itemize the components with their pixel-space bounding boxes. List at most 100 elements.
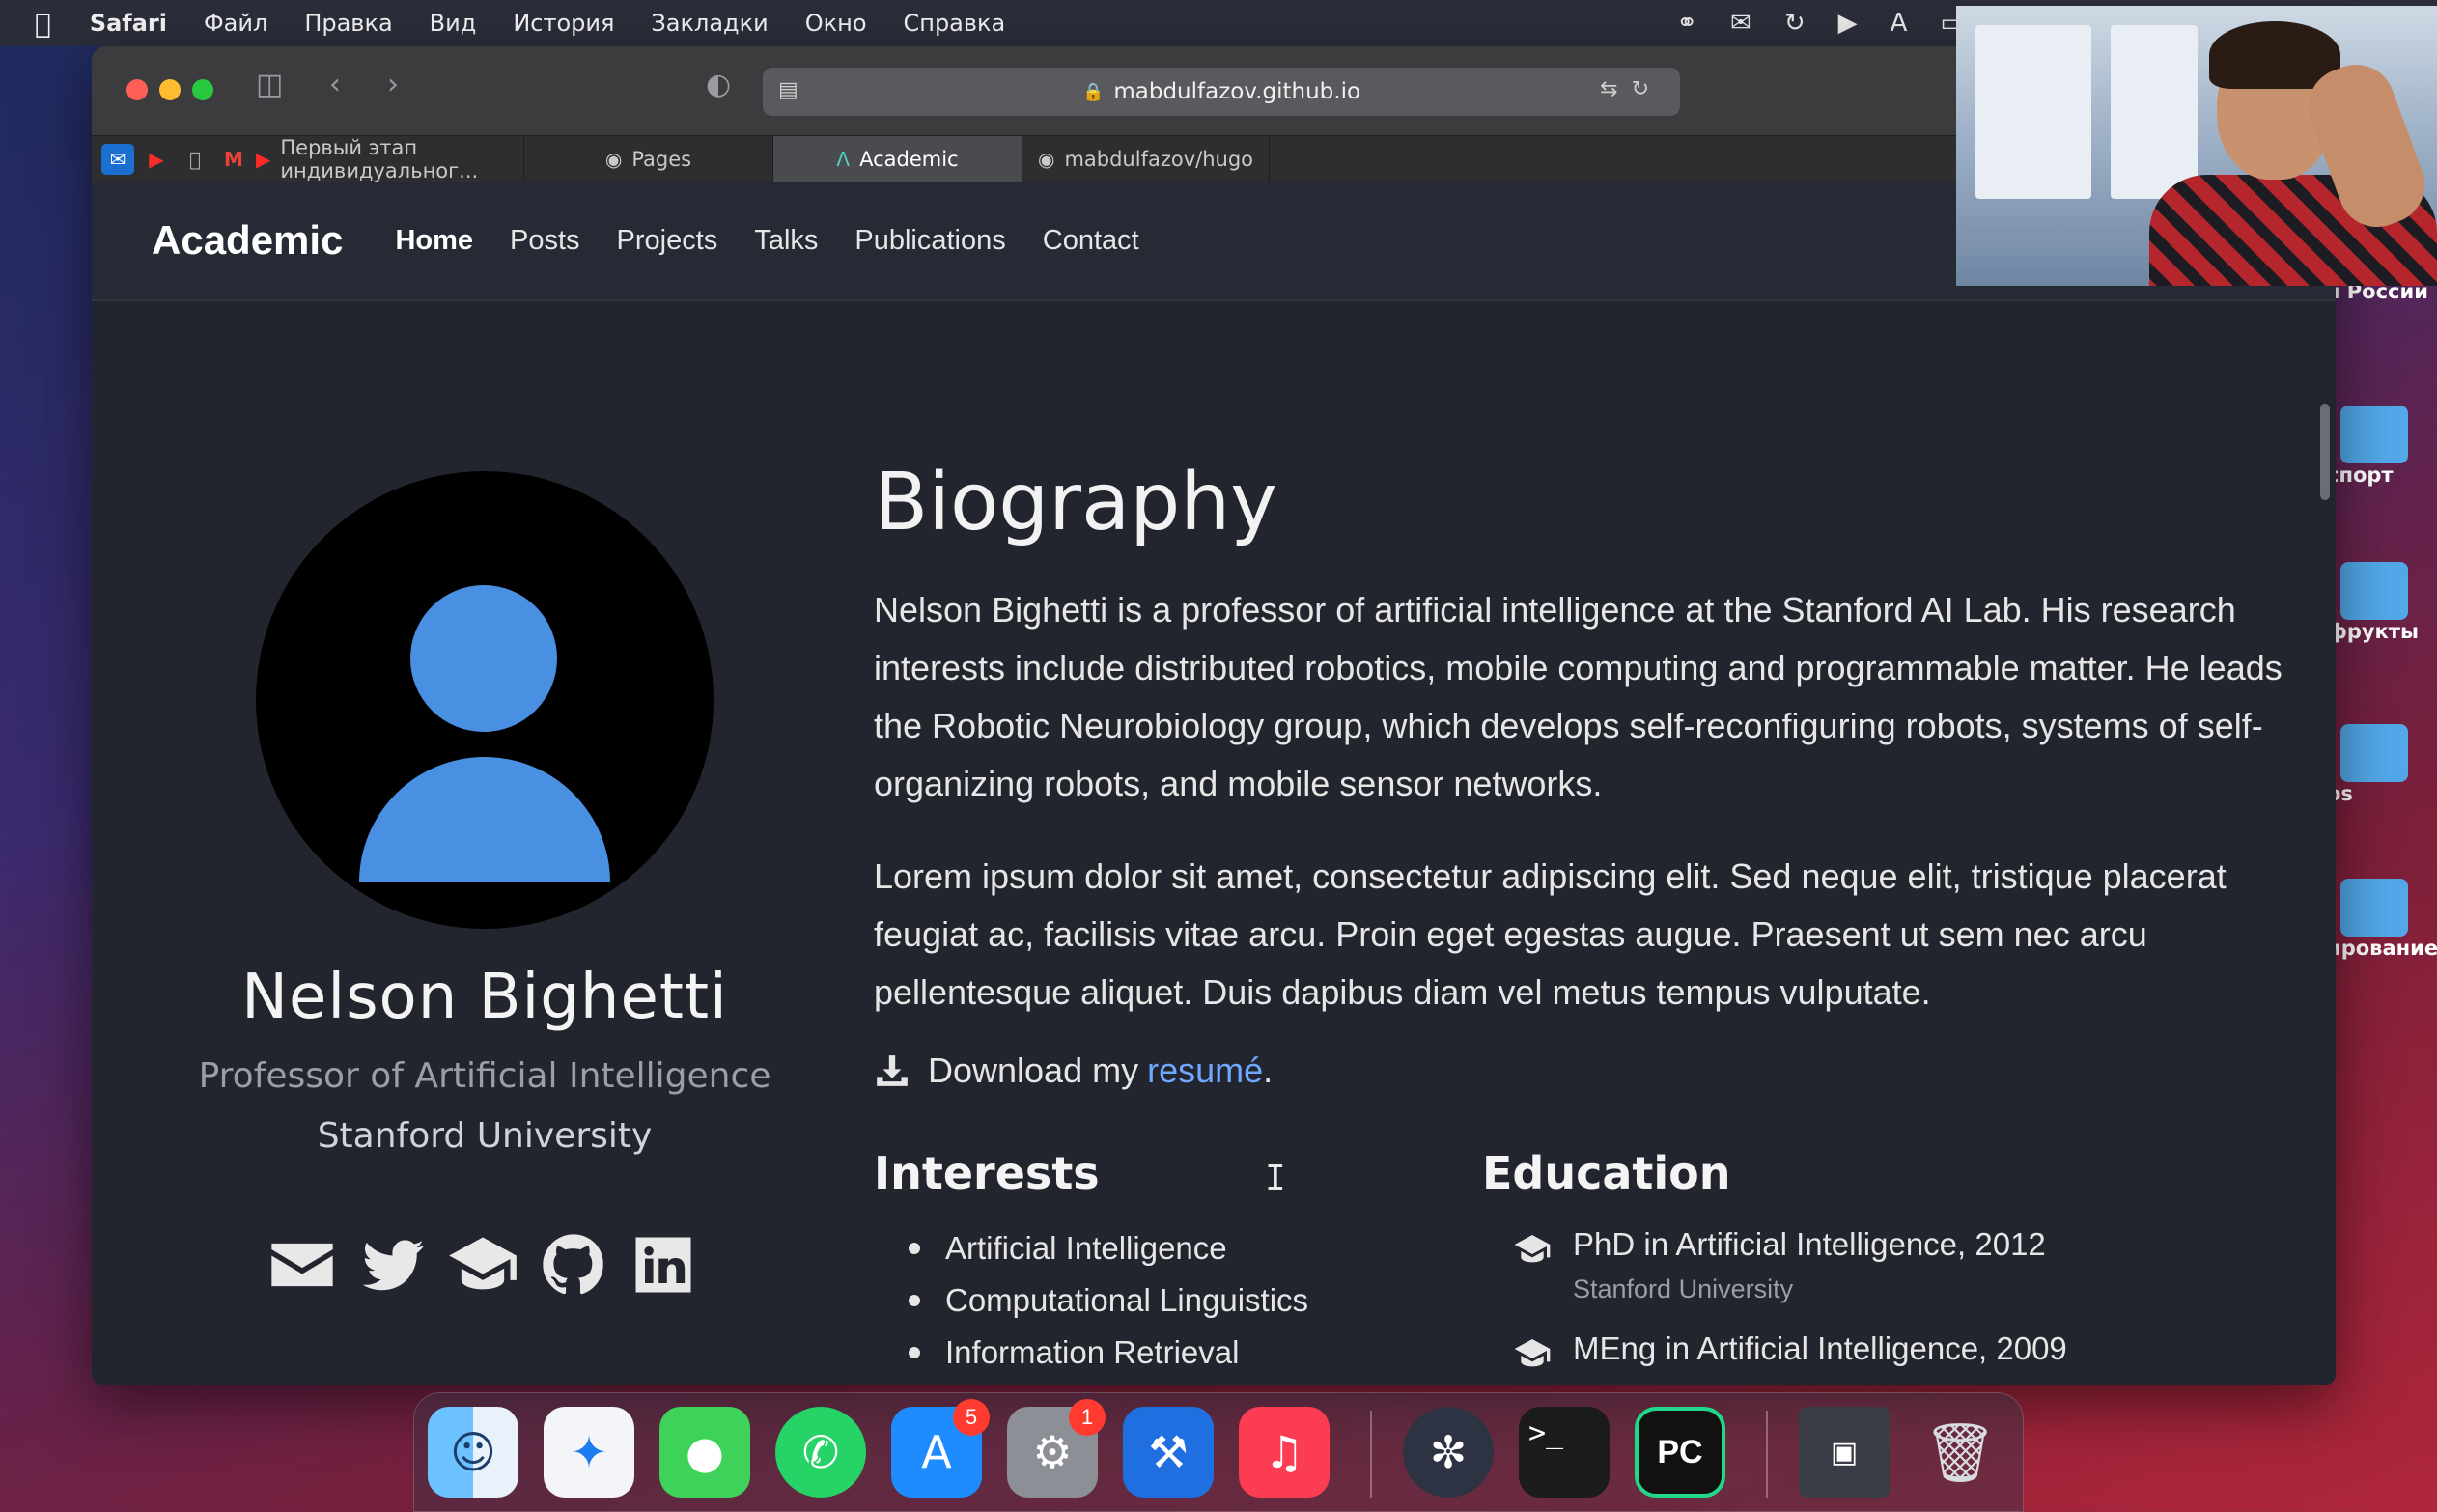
tab-academic[interactable]: Λ Academic (773, 136, 1022, 182)
recent-window-icon: ▣ (1830, 1435, 1859, 1470)
translate-icon[interactable]: ⇆ (1600, 77, 1631, 101)
settings-icon: ⚙ (1032, 1426, 1073, 1478)
graduation-cap-icon (1514, 1235, 1551, 1263)
desktop-folder[interactable]: фрукты (2327, 562, 2437, 643)
minimize-window-button[interactable] (159, 79, 181, 100)
zoom-window-button[interactable] (192, 79, 213, 100)
privacy-shield-icon[interactable]: ◐ (706, 68, 731, 101)
graduation-cap-icon (1514, 1339, 1551, 1367)
envelope-icon[interactable] (266, 1228, 339, 1302)
status-area: ⚭ ✉ ↻ ▶ A ▭ (1643, 0, 1964, 46)
twitter-icon[interactable] (356, 1228, 430, 1302)
back-icon[interactable]: ‹ (329, 68, 341, 101)
dock-trash[interactable]: 🗑 (1915, 1407, 2005, 1498)
terminal-icon: >_ (1528, 1416, 1564, 1450)
pinned-tab-apple[interactable]:  (179, 144, 211, 175)
notification-badge: 1 (1069, 1399, 1106, 1436)
website-content: Academic Home Posts Projects Talks Publi… (92, 182, 2336, 1385)
nav-posts[interactable]: Posts (510, 225, 580, 257)
biography-title: Biography (874, 457, 1277, 548)
address-bar[interactable]: ▤ 🔒 mabdulfazov.github.io ⇆↻ (763, 68, 1680, 116)
text-cursor-icon: I (1265, 1159, 1286, 1198)
tab-youtube-video[interactable]: ▶ Первый этап индивидуальног... (256, 136, 524, 182)
dock-safari[interactable]: ✦ (544, 1407, 634, 1498)
dock-finder[interactable]: ☺ (428, 1407, 518, 1498)
interests-title: Interests (874, 1147, 1100, 1199)
dock-obs[interactable]: ✼ (1403, 1407, 1494, 1498)
dock-pycharm[interactable]: PC (1635, 1407, 1725, 1498)
profile-name: Nelson Bighetti (241, 962, 728, 1033)
tab-label: Pages (631, 148, 692, 171)
interest-item: Artificial Intelligence (909, 1222, 1308, 1274)
dock-music[interactable]: ♫ (1239, 1407, 1330, 1498)
desktop-folder[interactable]: os (2327, 724, 2437, 805)
desktop-folder-label: ирование (2327, 937, 2437, 960)
menu-app-safari[interactable]: Safari (90, 10, 167, 37)
nav-contact[interactable]: Contact (1043, 225, 1139, 257)
dock-recent-window[interactable]: ▣ (1799, 1407, 1890, 1498)
menu-history[interactable]: История (513, 10, 614, 37)
pinned-tab-youtube[interactable]: ▶ (140, 144, 173, 175)
dock-xcode[interactable]: ⚒ (1123, 1407, 1214, 1498)
dock-terminal[interactable]: >_ (1519, 1407, 1610, 1498)
pinned-tab-mail[interactable]: ✉ (101, 144, 134, 175)
download-resume: Download my resumé. (874, 1050, 1273, 1091)
menu-help[interactable]: Справка (904, 10, 1006, 37)
menu-file[interactable]: Файл (204, 10, 267, 37)
input-source-icon[interactable]: A (1891, 9, 1908, 38)
desktop-folder-label: спорт (2327, 463, 2394, 487)
desktop-folder-label: фрукты (2327, 620, 2419, 643)
academic-icon: Λ (836, 148, 851, 171)
sync-icon[interactable]: ↻ (1784, 9, 1806, 38)
music-icon: ♫ (1264, 1426, 1304, 1478)
menu-view[interactable]: Вид (430, 10, 477, 37)
nav-publications[interactable]: Publications (854, 225, 1005, 257)
graduation-cap-icon[interactable] (446, 1228, 519, 1302)
github-icon: ◉ (604, 148, 623, 171)
menu-bookmarks[interactable]: Закладки (651, 10, 768, 37)
profile-organization[interactable]: Stanford University (169, 1116, 800, 1156)
close-window-button[interactable] (126, 79, 148, 100)
desktop-folder[interactable]: ирование (2327, 879, 2437, 960)
interest-label: Information Retrieval (945, 1334, 1240, 1370)
nav-projects[interactable]: Projects (617, 225, 718, 257)
folder-icon (2340, 724, 2408, 782)
notification-icon[interactable]: ✉ (1730, 9, 1751, 38)
menu-window[interactable]: Окно (805, 10, 867, 37)
menu-edit[interactable]: Правка (304, 10, 392, 37)
forward-icon[interactable]: › (387, 68, 399, 101)
tab-pages[interactable]: ◉ Pages (524, 136, 773, 182)
creative-cloud-icon[interactable]: ⚭ (1676, 9, 1697, 38)
resume-link[interactable]: resumé (1147, 1050, 1263, 1091)
whatsapp-icon: ✆ (801, 1426, 840, 1478)
social-links (266, 1226, 700, 1303)
xcode-icon: ⚒ (1148, 1426, 1189, 1478)
dock-messages[interactable]: ● (659, 1407, 750, 1498)
reader-icon[interactable]: ▤ (778, 78, 798, 102)
nav-talks[interactable]: Talks (754, 225, 818, 257)
dock-separator (1370, 1411, 1372, 1498)
desktop-folder[interactable]: спорт (2327, 406, 2437, 487)
webcam-background-window (1975, 25, 2091, 199)
tab-label: Academic (859, 148, 959, 171)
linkedin-icon[interactable] (627, 1228, 700, 1302)
page-scrollbar[interactable] (2320, 404, 2330, 500)
mail-icon: ✉ (109, 148, 126, 171)
site-brand[interactable]: Academic (152, 217, 343, 264)
play-icon[interactable]: ▶ (1838, 9, 1858, 38)
dock-app-store[interactable]: A5 (891, 1399, 990, 1498)
pinned-tab-gmail[interactable]: M (217, 144, 250, 175)
dock-whatsapp[interactable]: ✆ (775, 1407, 866, 1498)
nav-home[interactable]: Home (395, 225, 473, 257)
sidebar-icon[interactable]: ◫ (256, 68, 283, 101)
notification-badge: 5 (953, 1399, 990, 1436)
download-icon (877, 1055, 908, 1086)
trash-icon: 🗑 (1922, 1418, 1998, 1487)
webcam-background-window (2111, 25, 2198, 199)
reload-icon[interactable]: ↻ (1632, 77, 1663, 101)
download-suffix: . (1263, 1050, 1274, 1090)
dock-system-preferences[interactable]: ⚙ 1 (1007, 1399, 1106, 1498)
github-icon[interactable] (537, 1228, 610, 1302)
tab-hugo-repo[interactable]: ◉ mabdulfazov/hugo (1022, 136, 1270, 182)
apple-menu-icon[interactable]:  (35, 8, 51, 40)
